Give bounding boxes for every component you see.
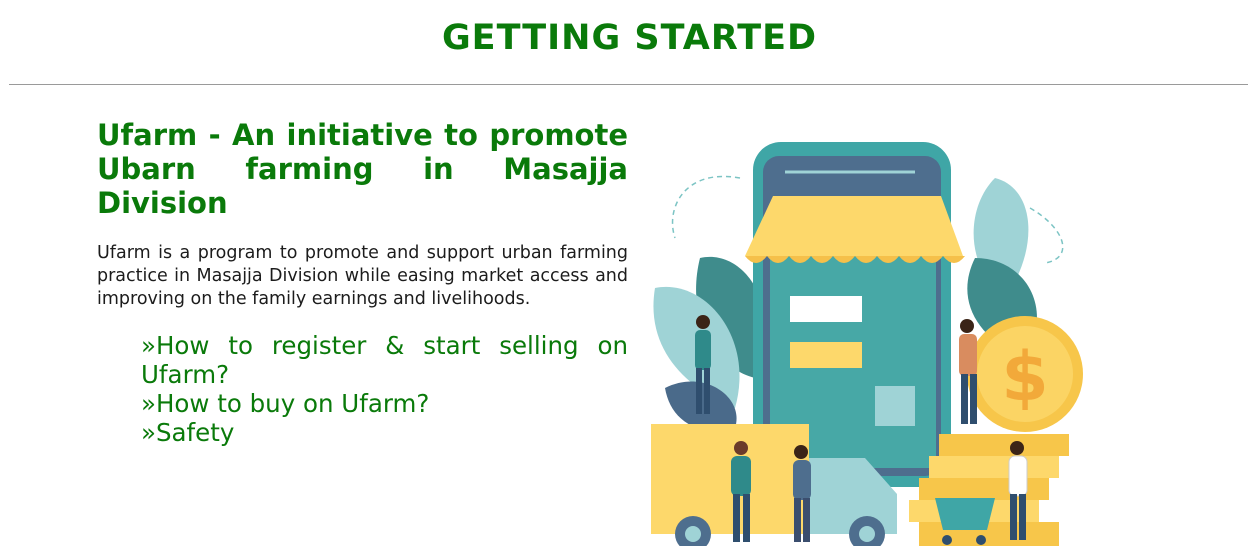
intro-description: Ufarm is a program to promote and suppor… [97,243,628,309]
page-title: GETTING STARTED [441,18,818,58]
intro-section: Ufarm - An initiative to promote Ubarn f… [97,118,628,447]
guide-link-register-sell[interactable]: »How to register & start selling on Ufar… [141,331,628,389]
guide-link-buy[interactable]: »How to buy on Ufarm? [141,389,628,418]
intro-headline: Ufarm - An initiative to promote Ubarn f… [97,118,628,220]
guide-link-safety[interactable]: »Safety [141,418,628,447]
header-divider [9,84,1248,85]
guide-links-list: »How to register & start selling on Ufar… [141,331,628,447]
online-market-phone-illustration: $ [651,142,1083,546]
svg-text:$: $ [1001,338,1048,417]
